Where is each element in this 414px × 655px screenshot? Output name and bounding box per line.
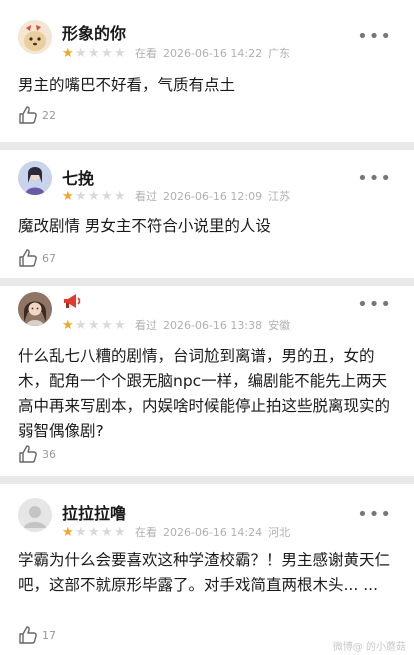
avatar[interactable] (18, 161, 52, 195)
review-card: 七挽 ★ ★ ★ ★ ★ 看过 2026-06-16 12:09 江苏 ••• … (0, 150, 414, 278)
review-card: 形象的你 ★ ★ ★ ★ ★ 在看 2026-06-16 14:22 广东 ••… (0, 0, 414, 142)
star-empty-icon: ★ (75, 317, 87, 333)
rating-stars: ★ ★ ★ ★ ★ (62, 190, 127, 203)
star-empty-icon: ★ (114, 524, 126, 540)
review-datetime: 2026-06-16 13:38 (163, 318, 263, 332)
thumbs-up-icon (19, 106, 37, 124)
review-content: 什么乱七八糟的剧情，台词尬到离谱，男的丑，女的木，配角一个个跟无脑npc一样，编… (18, 347, 391, 440)
review-card: 拉拉拉噜 ★ ★ ★ ★ ★ 在看 2026-06-16 14:24 河北 ••… (0, 484, 414, 655)
star-empty-icon: ★ (75, 524, 87, 540)
star-empty-icon: ★ (114, 188, 126, 204)
more-options-icon[interactable]: ••• (357, 504, 392, 525)
watch-status: 在看 (135, 526, 157, 539)
reviewer-name[interactable]: 拉拉拉噜 (62, 500, 126, 524)
thumbs-up-icon (19, 445, 37, 463)
like-button[interactable]: 17 (18, 625, 56, 645)
star-filled-icon: ★ (62, 524, 74, 540)
watermark: 微博@ 的小蘑菇 (332, 642, 406, 653)
avatar[interactable] (18, 498, 52, 532)
star-empty-icon: ★ (88, 524, 100, 540)
star-empty-icon: ★ (114, 45, 126, 61)
avatar[interactable] (18, 20, 52, 54)
like-button[interactable]: 67 (18, 248, 56, 268)
like-button[interactable]: 36 (18, 444, 56, 464)
star-empty-icon: ★ (88, 188, 100, 204)
reviewer-name[interactable] (62, 292, 82, 310)
review-datetime: 2026-06-16 14:24 (163, 525, 263, 539)
like-button[interactable]: 22 (18, 105, 56, 125)
review-meta: ★ ★ ★ ★ ★ 看过 2026-06-16 12:09 江苏 (62, 189, 296, 204)
star-empty-icon: ★ (101, 45, 113, 61)
star-filled-icon: ★ (62, 45, 74, 61)
rating-stars: ★ ★ ★ ★ ★ (62, 319, 127, 332)
avatar[interactable] (18, 292, 52, 326)
review-location: 安徽 (268, 319, 291, 332)
watch-status: 在看 (135, 47, 157, 60)
star-empty-icon: ★ (75, 188, 87, 204)
review-content: 学霸为什么会要喜欢这种学渣校霸？！男主感谢黄天仁吧，这部不就原形毕露了。对手戏简… (18, 551, 391, 594)
like-count: 17 (42, 628, 56, 642)
review-location: 河北 (268, 526, 291, 539)
watch-status: 看过 (135, 190, 157, 203)
like-count: 36 (42, 447, 56, 461)
star-filled-icon: ★ (62, 188, 74, 204)
thumbs-up-icon (19, 626, 37, 644)
review-content: 男主的嘴巴不好看，气质有点土 (18, 76, 236, 94)
star-empty-icon: ★ (88, 317, 100, 333)
star-empty-icon: ★ (101, 188, 113, 204)
star-empty-icon: ★ (88, 45, 100, 61)
rating-stars: ★ ★ ★ ★ ★ (62, 526, 127, 539)
star-empty-icon: ★ (75, 45, 87, 61)
megaphone-icon (64, 294, 81, 308)
review-datetime: 2026-06-16 14:22 (163, 46, 263, 60)
star-empty-icon: ★ (114, 317, 126, 333)
star-filled-icon: ★ (62, 317, 74, 333)
review-content: 魔改剧情 男女主不符合小说里的人设 (18, 217, 271, 235)
star-empty-icon: ★ (101, 317, 113, 333)
like-count: 67 (42, 251, 56, 265)
review-card: ★ ★ ★ ★ ★ 看过 2026-06-16 13:38 安徽 ••• 什么乱… (0, 286, 414, 476)
star-empty-icon: ★ (101, 524, 113, 540)
reviewer-name[interactable]: 七挽 (62, 165, 94, 189)
review-meta: ★ ★ ★ ★ ★ 在看 2026-06-16 14:24 河北 (62, 525, 296, 540)
more-options-icon[interactable]: ••• (357, 294, 392, 315)
review-location: 广东 (268, 47, 291, 60)
reviewer-name[interactable]: 形象的你 (62, 20, 126, 44)
review-location: 江苏 (268, 190, 291, 203)
review-meta: ★ ★ ★ ★ ★ 看过 2026-06-16 13:38 安徽 (62, 318, 296, 333)
watch-status: 看过 (135, 319, 157, 332)
rating-stars: ★ ★ ★ ★ ★ (62, 47, 127, 60)
more-options-icon[interactable]: ••• (357, 26, 392, 47)
like-count: 22 (42, 108, 56, 122)
review-datetime: 2026-06-16 12:09 (163, 189, 263, 203)
review-meta: ★ ★ ★ ★ ★ 在看 2026-06-16 14:22 广东 (62, 46, 296, 61)
more-options-icon[interactable]: ••• (357, 168, 392, 189)
thumbs-up-icon (19, 249, 37, 267)
